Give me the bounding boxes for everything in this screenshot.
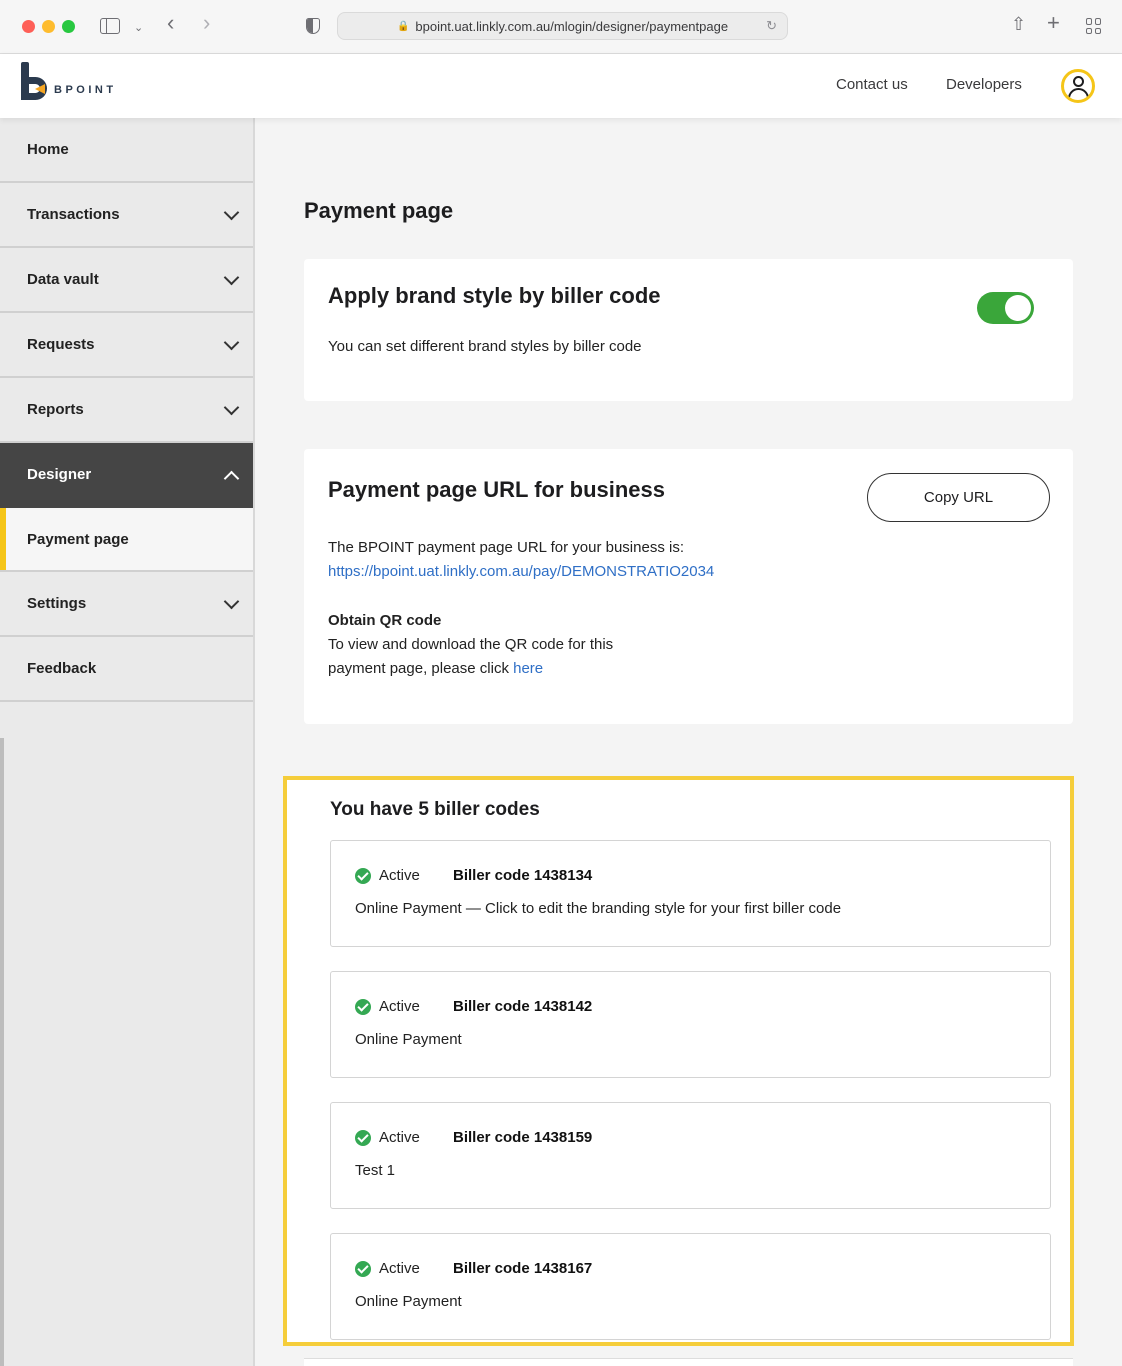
chevron-down-icon xyxy=(223,593,240,610)
biller-code: Biller code 1438167 xyxy=(453,1260,593,1277)
maximize-window-button[interactable] xyxy=(62,20,75,33)
sidebar-subitem-payment-page[interactable]: Payment page xyxy=(0,508,253,572)
app-header: BPOINT Contact us Developers xyxy=(0,54,1122,118)
biller-codes-section: You have 5 biller codes Active Biller co… xyxy=(283,776,1074,1346)
sidebar-item-label: Payment page xyxy=(27,530,129,548)
tab-overview-icon[interactable] xyxy=(1086,18,1102,34)
sidebar-item-label: Feedback xyxy=(27,660,97,677)
biller-code: Biller code 1438159 xyxy=(453,1129,593,1146)
sidebar-toggle-icon[interactable] xyxy=(100,18,120,34)
check-circle-icon xyxy=(355,1129,371,1146)
sidebar-item-label: Settings xyxy=(27,595,87,612)
biller-status: Active xyxy=(355,1129,420,1146)
brand-style-title: Apply brand style by biller code xyxy=(328,283,661,308)
qr-code-heading: Obtain QR code xyxy=(328,612,442,629)
sidebar-item-label: Transactions xyxy=(27,206,120,223)
page-title: Payment page xyxy=(304,198,454,223)
biller-card[interactable]: Active Biller code 1438134 Online Paymen… xyxy=(330,840,1051,947)
sidebar-item-designer[interactable]: Designer xyxy=(0,443,253,508)
chevron-down-icon xyxy=(223,399,240,416)
biller-description: Online Payment — Click to edit the brand… xyxy=(355,900,842,917)
payment-url-card: Payment page URL for business Copy URL T… xyxy=(304,449,1073,724)
brand-style-description: You can set different brand styles by bi… xyxy=(328,338,642,355)
sidebar-item-settings[interactable]: Settings xyxy=(0,572,253,637)
status-label: Active xyxy=(379,998,420,1015)
copy-url-button[interactable]: Copy URL xyxy=(867,473,1050,522)
brand-style-card: Apply brand style by biller code You can… xyxy=(304,259,1073,401)
forward-icon[interactable]: › xyxy=(203,11,210,35)
biller-description: Online Payment xyxy=(355,1293,462,1310)
biller-status: Active xyxy=(355,1260,420,1277)
payment-url-title: Payment page URL for business xyxy=(328,477,666,502)
chevron-up-icon xyxy=(223,470,240,487)
privacy-shield-icon[interactable] xyxy=(306,18,320,34)
contact-us-link[interactable]: Contact us xyxy=(836,76,908,93)
chevron-down-icon xyxy=(223,204,240,221)
biller-codes-heading: You have 5 biller codes xyxy=(330,799,540,820)
sidebar-item-label: Designer xyxy=(27,466,92,483)
biller-card[interactable]: Active Biller code 1438142 Online Paymen… xyxy=(330,971,1051,1078)
main-content: Payment page Apply brand style by biller… xyxy=(257,118,1122,1366)
biller-card[interactable]: Active Biller code 1438159 Test 1 xyxy=(330,1102,1051,1209)
check-circle-icon xyxy=(355,1260,371,1277)
sidebar-item-requests[interactable]: Requests xyxy=(0,313,253,378)
brand-style-toggle[interactable] xyxy=(977,292,1034,324)
biller-description: Test 1 xyxy=(355,1162,396,1179)
status-label: Active xyxy=(379,1129,420,1146)
biller-description: Online Payment xyxy=(355,1031,462,1048)
biller-status: Active xyxy=(355,867,420,884)
qr-code-text-line-2: payment page, please click here xyxy=(328,657,543,681)
next-card-edge xyxy=(304,1358,1073,1366)
sidebar-nav: Home Transactions Data vault Requests Re… xyxy=(0,118,255,1366)
share-icon[interactable]: ⇧ xyxy=(1011,12,1026,36)
chevron-down-icon xyxy=(223,269,240,286)
address-bar-url: bpoint.uat.linkly.com.au/mlogin/designer… xyxy=(415,18,729,34)
biller-status: Active xyxy=(355,998,420,1015)
sidebar-item-reports[interactable]: Reports xyxy=(0,378,253,443)
sidebar-item-home[interactable]: Home xyxy=(0,118,253,183)
logo-text: BPOINT xyxy=(54,84,117,96)
avatar-body xyxy=(1068,88,1089,100)
qr-code-text: payment page, please click xyxy=(328,660,514,677)
qr-code-here-link[interactable]: here xyxy=(513,660,543,677)
avatar-head xyxy=(1073,76,1084,87)
developers-link[interactable]: Developers xyxy=(946,76,1022,93)
chevron-down-icon xyxy=(223,334,240,351)
qr-code-text-line-1: To view and download the QR code for thi… xyxy=(328,636,614,653)
biller-card[interactable]: Active Biller code 1438167 Online Paymen… xyxy=(330,1233,1051,1340)
user-avatar-icon[interactable] xyxy=(1061,69,1095,103)
close-window-button[interactable] xyxy=(22,20,35,33)
lock-icon: 🔒 xyxy=(396,20,410,32)
browser-toolbar: ⌄ ‹ › 🔒 bpoint.uat.linkly.com.au/mlogin/… xyxy=(0,0,1122,54)
address-bar[interactable]: 🔒 bpoint.uat.linkly.com.au/mlogin/design… xyxy=(337,12,788,40)
biller-code: Biller code 1438134 xyxy=(453,867,593,884)
back-icon[interactable]: ‹ xyxy=(167,11,174,35)
logo-arrow-icon xyxy=(35,84,45,94)
check-circle-icon xyxy=(355,998,371,1015)
biller-code: Biller code 1438142 xyxy=(453,998,593,1015)
payment-url-intro: The BPOINT payment page URL for your bus… xyxy=(328,539,684,556)
sidebar-item-label: Reports xyxy=(27,401,84,418)
minimize-window-button[interactable] xyxy=(42,20,55,33)
bpoint-logo[interactable]: BPOINT xyxy=(21,62,131,102)
chevron-down-icon[interactable]: ⌄ xyxy=(134,16,143,40)
new-tab-icon[interactable]: + xyxy=(1047,11,1060,35)
status-label: Active xyxy=(379,867,420,884)
sidebar-item-label: Requests xyxy=(27,336,95,353)
sidebar-item-feedback[interactable]: Feedback xyxy=(0,637,253,702)
sidebar-edge-divider xyxy=(0,738,4,1366)
sidebar-item-label: Home xyxy=(27,141,69,158)
toggle-knob xyxy=(1005,295,1031,321)
status-label: Active xyxy=(379,1260,420,1277)
sidebar-item-label: Data vault xyxy=(27,271,99,288)
sidebar-item-data-vault[interactable]: Data vault xyxy=(0,248,253,313)
sidebar-item-transactions[interactable]: Transactions xyxy=(0,183,253,248)
reload-icon[interactable]: ↻ xyxy=(766,18,777,34)
payment-url-link[interactable]: https://bpoint.uat.linkly.com.au/pay/DEM… xyxy=(328,560,714,584)
check-circle-icon xyxy=(355,867,371,884)
